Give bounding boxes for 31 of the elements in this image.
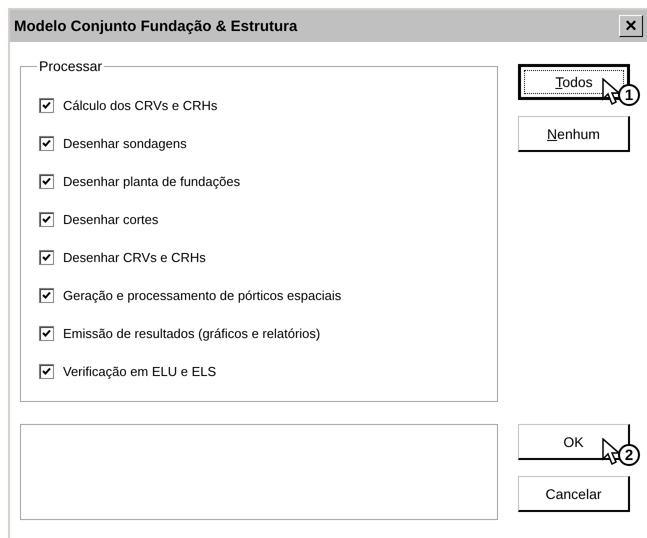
checkbox[interactable] [39,174,54,188]
check-icon [42,366,51,376]
callout-number: 1 [618,84,640,106]
checkbox[interactable] [39,212,54,226]
check-icon [42,214,51,224]
close-button[interactable]: × [619,15,643,37]
checkbox[interactable] [39,364,54,378]
select-button[interactable]: Nenhum [518,116,630,152]
checkbox-label: Cálculo dos CRVs e CRHs [63,98,218,112]
checkbox-label: Desenhar planta de fundações [63,174,240,188]
check-icon [42,252,51,262]
check-icon [42,138,51,148]
callout-number: 2 [618,444,640,466]
checkbox[interactable] [39,326,54,340]
select-button[interactable]: Cancelar [518,476,630,512]
checkbox-label: Desenhar sondagens [63,136,187,150]
checkbox-label: Verificação em ELU e ELS [63,364,216,378]
check-icon [42,290,51,300]
group-label: Processar [38,58,104,74]
check-icon [42,176,51,186]
checkbox[interactable] [39,250,54,264]
window-title: Modelo Conjunto Fundação & Estrutura [14,18,298,34]
checkbox-label: Desenhar CRVs e CRHs [63,250,206,264]
checkbox-label: Geração e processamento de pórticos espaciais [63,288,342,302]
checkbox[interactable] [39,288,54,302]
checkbox-label: Desenhar cortes [63,212,158,226]
checkbox-label: Emissão de resultados (gráficos e relatórios) [63,326,320,340]
checkbox[interactable] [39,136,54,150]
check-icon [42,100,51,110]
check-icon [42,328,51,338]
checkbox[interactable] [39,98,54,112]
